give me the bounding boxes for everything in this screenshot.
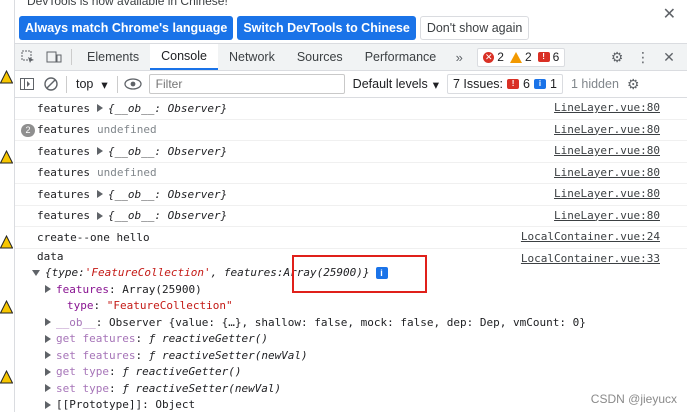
- hidden-count: 1 hidden: [570, 77, 619, 91]
- source-link[interactable]: LineLayer.vue:80: [554, 101, 660, 114]
- issues-button[interactable]: 7 Issues: ! 6 i 1: [447, 74, 563, 94]
- log-row: create--one hello LocalContainer.vue:24: [15, 227, 687, 249]
- background-page-strip: [0, 0, 14, 412]
- issue-icon: !: [537, 52, 550, 62]
- expand-arrow-icon[interactable]: [96, 147, 103, 156]
- log-row: features {__ob__: Observer} LineLayer.vu…: [15, 206, 687, 227]
- close-icon[interactable]: ✕: [663, 4, 676, 24]
- context-label: top: [76, 77, 94, 91]
- construction-sign-icon: [0, 300, 13, 314]
- property-set-features[interactable]: set features: ƒ reactiveSetter(newVal): [37, 347, 687, 364]
- property-ob[interactable]: __ob__: Observer {value: {…}, shallow: f…: [37, 314, 687, 331]
- console-log: features {__ob__: Observer} LineLayer.vu…: [15, 98, 687, 412]
- source-link[interactable]: LineLayer.vue:80: [554, 187, 660, 200]
- property-type: type: "FeatureCollection": [67, 299, 233, 313]
- construction-sign-icon: [0, 70, 13, 84]
- expand-arrow-icon[interactable]: [45, 285, 51, 294]
- settings-gear-icon[interactable]: ⚙: [606, 49, 628, 66]
- console-toolbar: top ▾ Default levels ▾ 7 Issues: ! 6 i 1…: [15, 71, 687, 98]
- expand-arrow-icon[interactable]: [96, 190, 103, 199]
- log-levels-dropdown[interactable]: Default levels ▾: [353, 77, 439, 92]
- collapse-arrow-icon[interactable]: [32, 269, 40, 276]
- expand-arrow-icon[interactable]: [45, 351, 51, 360]
- sidebar-toggle-icon[interactable]: [15, 71, 39, 98]
- device-toolbar-icon[interactable]: [41, 44, 67, 70]
- close-devtools-icon[interactable]: ✕: [658, 49, 680, 66]
- divider: [71, 49, 72, 65]
- inspect-element-icon[interactable]: [15, 44, 41, 70]
- log-row: 2 features undefined LineLayer.vue:80: [15, 120, 687, 141]
- source-link[interactable]: LocalContainer.vue:24: [521, 230, 660, 243]
- error-icon: ✕: [483, 51, 495, 63]
- issue-error-icon: !: [507, 79, 520, 89]
- filter-input[interactable]: [148, 74, 345, 94]
- error-counter: ✕ 2: [483, 50, 504, 64]
- divider: [66, 75, 67, 93]
- watermark: CSDN @jieyucx: [590, 392, 677, 406]
- eye-icon[interactable]: [121, 71, 145, 98]
- source-link[interactable]: LineLayer.vue:80: [554, 123, 660, 136]
- chevron-down-icon: ▾: [432, 77, 439, 92]
- context-selector[interactable]: top ▾: [70, 77, 114, 92]
- chevron-down-icon: ▾: [101, 77, 108, 92]
- error-warning-counters[interactable]: ✕ 2 2 ! 6: [477, 47, 566, 67]
- data-log-entry: data LocalContainer.vue:33 {type: 'Featu…: [15, 249, 687, 412]
- property-prototype[interactable]: [[Prototype]]: Object: [37, 397, 687, 412]
- devtools-tabbar: Elements Console Network Sources Perform…: [15, 44, 687, 71]
- tab-console[interactable]: Console: [150, 44, 218, 70]
- property-features[interactable]: features: Array(25900): [37, 281, 687, 298]
- clear-console-icon[interactable]: [39, 71, 63, 98]
- expand-arrow-icon[interactable]: [45, 384, 51, 393]
- infobar-message: DevTools is now available in Chinese!: [27, 0, 228, 8]
- dont-show-again-button[interactable]: Don't show again: [419, 16, 530, 40]
- warning-icon: [509, 51, 522, 63]
- log-row: features {__ob__: Observer} LineLayer.vu…: [15, 141, 687, 163]
- object-summary[interactable]: {type: 'FeatureCollection', features: Ar…: [32, 265, 687, 282]
- source-link[interactable]: LineLayer.vue:80: [554, 166, 660, 179]
- tab-performance[interactable]: Performance: [354, 44, 448, 70]
- repeat-count-badge: 2: [21, 123, 35, 137]
- issue-info-icon: i: [533, 79, 546, 89]
- expand-arrow-icon[interactable]: [45, 318, 51, 327]
- tab-network[interactable]: Network: [218, 44, 286, 70]
- source-link[interactable]: LineLayer.vue:80: [554, 144, 660, 157]
- source-link[interactable]: LineLayer.vue:80: [554, 209, 660, 222]
- expand-arrow-icon[interactable]: [45, 367, 51, 376]
- kebab-menu-icon[interactable]: ⋮: [632, 49, 654, 66]
- construction-sign-icon: [0, 370, 13, 384]
- construction-sign-icon: [0, 150, 13, 164]
- devtools-panel: DevTools is now available in Chinese! Al…: [14, 0, 687, 412]
- tab-elements[interactable]: Elements: [76, 44, 150, 70]
- tab-sources[interactable]: Sources: [286, 44, 354, 70]
- language-infobar: DevTools is now available in Chinese! Al…: [15, 0, 687, 44]
- console-settings-icon[interactable]: ⚙: [627, 76, 640, 93]
- construction-sign-icon: [0, 235, 13, 249]
- match-chrome-language-button[interactable]: Always match Chrome's language: [19, 16, 234, 40]
- info-icon[interactable]: i: [375, 266, 388, 279]
- log-row: features {__ob__: Observer} LineLayer.vu…: [15, 184, 687, 206]
- switch-to-chinese-button[interactable]: Switch DevTools to Chinese: [237, 16, 416, 40]
- property-get-type[interactable]: get type: ƒ reactiveGetter(): [37, 364, 687, 381]
- log-row: features undefined LineLayer.vue:80: [15, 163, 687, 184]
- property-get-features[interactable]: get features: ƒ reactiveGetter(): [37, 331, 687, 348]
- expand-arrow-icon[interactable]: [96, 211, 103, 220]
- source-link[interactable]: LocalContainer.vue:33: [521, 252, 660, 265]
- tabbar-right-icons: ⚙ ⋮ ✕: [606, 44, 687, 70]
- property-set-type[interactable]: set type: ƒ reactiveSetter(newVal): [37, 380, 687, 397]
- divider: [116, 75, 118, 93]
- log-row: features {__ob__: Observer} LineLayer.vu…: [15, 98, 687, 120]
- infobar-buttons: Always match Chrome's language Switch De…: [19, 16, 530, 40]
- warning-counter: 2: [509, 50, 532, 64]
- expand-arrow-icon[interactable]: [45, 400, 51, 409]
- issue-counter: ! 6: [537, 50, 559, 64]
- expand-arrow-icon[interactable]: [96, 104, 103, 113]
- expand-arrow-icon[interactable]: [45, 334, 51, 343]
- more-tabs-icon[interactable]: »: [447, 44, 471, 70]
